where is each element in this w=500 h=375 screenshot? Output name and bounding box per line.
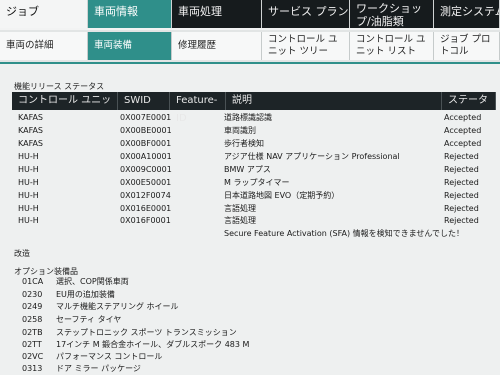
cell-unit: KAFAS: [18, 113, 43, 122]
table-row[interactable]: KAFAS 0X00BF0001 歩行者検知 Accepted: [12, 138, 496, 150]
table-row[interactable]: HU-H 0X016E0001 言語処理 Rejected: [12, 203, 496, 215]
table-row[interactable]: HU-H 0X009C0001 BMW アプス Rejected: [12, 164, 496, 176]
option-code: 0313: [22, 364, 43, 373]
sfa-message: Secure Feature Activation (SFA) 情報を検知できま…: [224, 229, 464, 238]
tab-vehicle-info[interactable]: 車両情報: [88, 0, 172, 28]
cell-description: 日本道路地図 EVO（定期予約）: [224, 191, 340, 200]
cell-unit: KAFAS: [18, 126, 43, 135]
tab-repair-history[interactable]: 修理履歴: [172, 32, 262, 60]
cell-description: 歩行者検知: [224, 139, 264, 148]
col-control-unit[interactable]: コントロール ユニット: [12, 92, 118, 124]
tab-vehicle-details[interactable]: 車両の詳細: [0, 32, 88, 60]
col-feature-id[interactable]: Feature-ID: [170, 92, 226, 124]
cell-status: Accepted: [444, 139, 482, 148]
cell-status: Rejected: [444, 204, 479, 213]
tab-job-protocol[interactable]: ジョブ プロトコル: [434, 32, 500, 60]
cell-swid: 0X012F0074: [120, 191, 171, 200]
cell-description: アジア仕様 NAV アプリケーション Professional: [224, 152, 400, 161]
cell-unit: HU-H: [18, 165, 39, 174]
cell-description: 道路標識認識: [224, 113, 272, 122]
cell-description: 言語処理: [224, 216, 256, 225]
col-status[interactable]: ステータス: [442, 92, 496, 124]
cell-description: 車両識別: [224, 126, 256, 135]
table-row[interactable]: HU-H 0X00A10001 アジア仕様 NAV アプリケーション Profe…: [12, 151, 496, 163]
cell-swid: 0X007E0001: [120, 113, 172, 122]
option-description: 選択、COP関係車両: [56, 277, 129, 286]
option-description: セーフティ タイヤ: [56, 315, 122, 324]
cell-swid: 0X016E0001: [120, 204, 172, 213]
table-row[interactable]: HU-H 0X012F0074 日本道路地図 EVO（定期予約） Rejecte…: [12, 190, 496, 202]
cell-unit: HU-H: [18, 178, 39, 187]
tab-workshop-fluids[interactable]: ワークショップ/油脂類: [350, 0, 434, 28]
tab-control-unit-list[interactable]: コントロール ユニット リスト: [350, 32, 434, 60]
cell-swid: 0X00BF0001: [120, 139, 172, 148]
tab-service-plan[interactable]: サービス プラン: [262, 0, 350, 28]
col-description[interactable]: 説明: [226, 92, 442, 110]
option-description: マルチ機能ステアリング ホイール: [56, 302, 179, 311]
cell-unit: KAFAS: [18, 139, 43, 148]
cell-unit: HU-H: [18, 191, 39, 200]
cell-unit: HU-H: [18, 204, 39, 213]
retrofit-label: 改造: [14, 249, 30, 258]
col-swid[interactable]: SWID: [118, 92, 170, 110]
sub-tab-bar: 車両の詳細 車両装備 修理履歴 コントロール ユニット ツリー コントロール ユ…: [0, 30, 500, 64]
cell-status: Rejected: [444, 216, 479, 225]
cell-status: Rejected: [444, 191, 479, 200]
table-row[interactable]: HU-H 0X016F0001 言語処理 Rejected: [12, 215, 496, 227]
table-row[interactable]: HU-H 0X00E50001 M ラップタイマー Rejected: [12, 177, 496, 189]
tab-vehicle-processing[interactable]: 車両処理: [172, 0, 262, 28]
cell-status: Rejected: [444, 165, 479, 174]
cell-status: Accepted: [444, 126, 482, 135]
cell-swid: 0X009C0001: [120, 165, 172, 174]
tab-measurement-system[interactable]: 測定システム: [434, 0, 500, 28]
cell-swid: 0X00A10001: [120, 152, 172, 161]
table-row[interactable]: KAFAS 0X00BE0001 車両識別 Accepted: [12, 125, 496, 137]
cell-unit: HU-H: [18, 216, 39, 225]
cell-swid: 0X016F0001: [120, 216, 171, 225]
option-code: 01CA: [22, 277, 44, 286]
table-row[interactable]: KAFAS 0X007E0001 道路標識認識 Accepted: [12, 112, 496, 124]
cell-description: 言語処理: [224, 204, 256, 213]
cell-swid: 0X00E50001: [120, 178, 172, 187]
option-code: 0258: [22, 315, 43, 324]
cell-description: M ラップタイマー: [224, 178, 290, 187]
option-description: ドア ミラー パッケージ: [56, 364, 141, 373]
cell-swid: 0X00BE0001: [120, 126, 172, 135]
main-tab-bar: ジョブ 車両情報 車両処理 サービス プラン ワークショップ/油脂類 測定システ…: [0, 0, 500, 30]
tab-vehicle-equipment[interactable]: 車両装備: [88, 32, 172, 60]
release-table-header: コントロール ユニット SWID Feature-ID 説明 ステータス: [12, 92, 496, 124]
cell-status: Rejected: [444, 178, 479, 187]
release-section-title: 機能リリース ステータス: [14, 82, 105, 91]
tab-control-unit-tree[interactable]: コントロール ユニット ツリー: [262, 32, 350, 60]
cell-unit: HU-H: [18, 152, 39, 161]
cell-status: Rejected: [444, 152, 479, 161]
cell-description: BMW アプス: [224, 165, 271, 174]
tab-job[interactable]: ジョブ: [0, 0, 88, 28]
cell-status: Accepted: [444, 113, 482, 122]
option-code: 0249: [22, 302, 43, 311]
